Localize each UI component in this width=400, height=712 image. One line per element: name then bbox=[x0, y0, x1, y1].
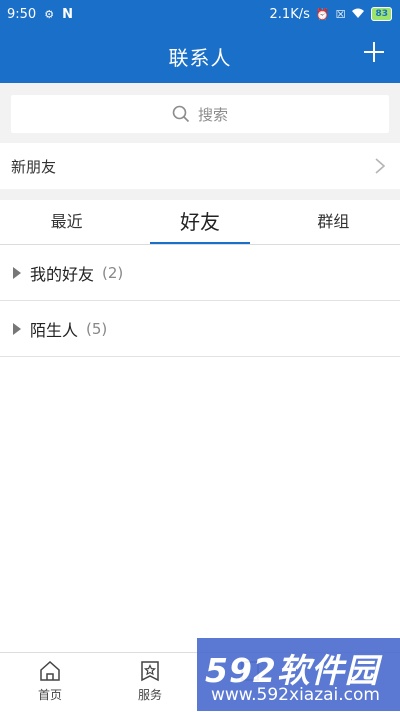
group-list: 我的好友 (2) 陌生人 (5) bbox=[0, 245, 400, 652]
search-icon bbox=[172, 105, 190, 123]
plus-icon bbox=[364, 42, 384, 62]
chevron-right-icon bbox=[375, 158, 386, 174]
new-friends-row[interactable]: 新朋友 bbox=[0, 143, 400, 189]
group-name: 我的好友 bbox=[30, 264, 95, 284]
group-count: (5) bbox=[86, 319, 108, 338]
contact-tabs: 最近 好友 群组 bbox=[0, 200, 400, 245]
group-row-strangers[interactable]: 陌生人 (5) bbox=[0, 301, 400, 357]
watermark-logo: 592软件园 www.592xiazai.com bbox=[197, 638, 400, 711]
battery-indicator: 83 bbox=[371, 7, 392, 21]
net-speed: 2.1K/s bbox=[269, 6, 310, 22]
group-row-my-friends[interactable]: 我的好友 (2) bbox=[0, 245, 400, 301]
home-icon bbox=[40, 660, 60, 681]
nav-service[interactable]: 服务 bbox=[100, 659, 200, 703]
service-star-icon bbox=[141, 661, 159, 682]
new-friends-label: 新朋友 bbox=[11, 157, 57, 176]
search-input[interactable]: 搜索 bbox=[11, 95, 389, 133]
page-title: 联系人 bbox=[168, 46, 232, 70]
status-time: 9:50 bbox=[7, 6, 37, 22]
expand-triangle-icon bbox=[13, 322, 21, 335]
nav-service-label: 服务 bbox=[137, 688, 162, 702]
watermark-url: www.592xiazai.com bbox=[211, 685, 380, 705]
search-area: 搜索 bbox=[0, 83, 400, 143]
expand-triangle-icon bbox=[13, 266, 21, 279]
nav-home[interactable]: 首页 bbox=[0, 659, 100, 703]
n-app-icon: N bbox=[62, 6, 73, 22]
settings-dot-icon: ⚙ bbox=[44, 7, 55, 21]
tab-groups[interactable]: 群组 bbox=[267, 200, 400, 244]
sim-x-icon: ☒ bbox=[335, 7, 346, 21]
add-contact-button[interactable] bbox=[362, 40, 386, 64]
nav-home-label: 首页 bbox=[37, 688, 62, 702]
status-bar: 9:50 ⚙ N 2.1K/s ⏰ ☒ 83 bbox=[0, 0, 400, 28]
wifi-icon bbox=[351, 8, 365, 21]
title-bar: 联系人 bbox=[0, 28, 400, 83]
search-placeholder: 搜索 bbox=[197, 105, 228, 124]
alarm-icon: ⏰ bbox=[315, 7, 330, 21]
tab-recent[interactable]: 最近 bbox=[0, 200, 133, 244]
group-count: (2) bbox=[102, 263, 124, 282]
group-name: 陌生人 bbox=[30, 320, 79, 340]
tab-friends[interactable]: 好友 bbox=[133, 200, 266, 244]
